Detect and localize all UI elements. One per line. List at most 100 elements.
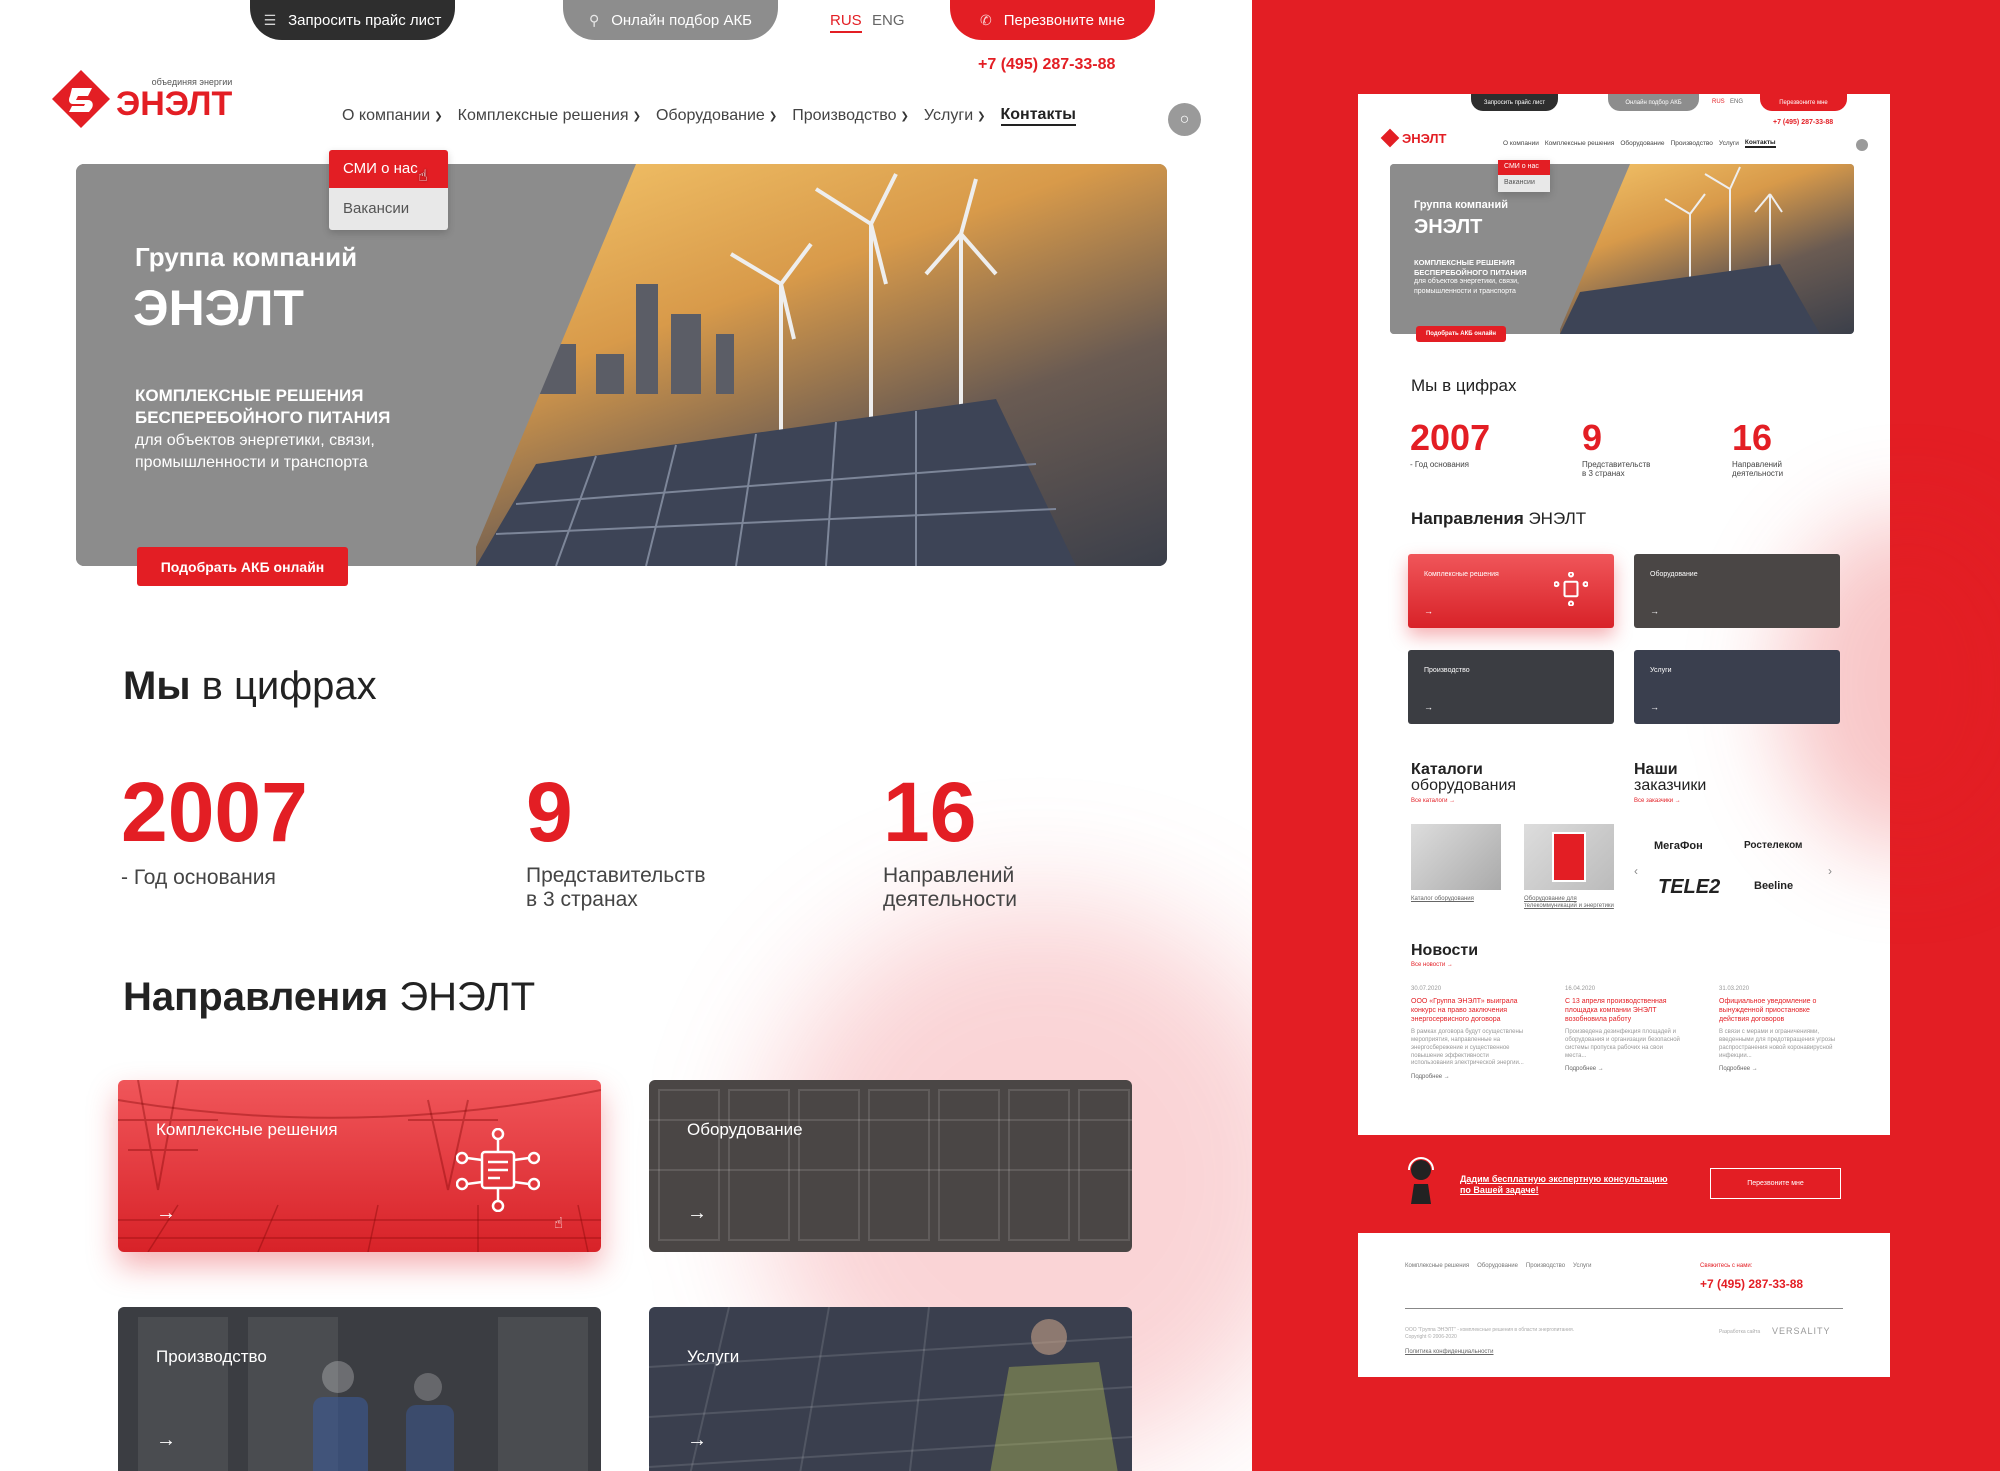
mini-price-request[interactable]: Запросить прайс лист	[1471, 94, 1558, 111]
pick-akb-button[interactable]: Подобрать АКБ онлайн	[137, 547, 348, 586]
chevron-down-icon: ❯	[632, 110, 641, 122]
consult-text[interactable]: Дадим бесплатную экспертную консультацию…	[1460, 1174, 1668, 1196]
nav-solutions[interactable]: Комплексные решения ❯	[458, 107, 641, 125]
network-document-icon	[456, 1128, 540, 1212]
client-megafon-logo: МегаФон	[1654, 840, 1703, 852]
dropdown-media[interactable]: СМИ о нас	[329, 150, 448, 188]
client-beeline-logo: Beeline	[1754, 880, 1794, 892]
stat-caption: Направлений	[883, 864, 1015, 887]
mini-lang-eng[interactable]: ENG	[1730, 99, 1743, 105]
footer-dev-logo[interactable]: VERSALITY	[1772, 1326, 1831, 1336]
phone-number[interactable]: +7 (495) 287-33-88	[978, 56, 1115, 74]
mini-nav-item[interactable]: О компании	[1503, 140, 1539, 147]
mini-stat-founded: 2007 - Год основания	[1410, 417, 1491, 470]
footer-link[interactable]: Комплексные решения	[1405, 1263, 1469, 1269]
mini-card-equipment[interactable]: Оборудование →	[1634, 554, 1840, 628]
footer-link[interactable]: Производство	[1526, 1263, 1565, 1269]
hand-cursor-icon: ☝	[418, 168, 428, 185]
stat-founded: 2007 - Год основания	[121, 770, 308, 890]
network-document-icon	[1554, 572, 1588, 606]
nav-about[interactable]: О компании ❯	[342, 107, 443, 125]
mini-nav-item[interactable]: Производство	[1671, 140, 1713, 147]
mini-akb-online[interactable]: Онлайн подбор АКБ	[1608, 94, 1699, 111]
akb-online-button[interactable]: ⚲ Онлайн подбор АКБ	[563, 0, 778, 40]
mini-logo[interactable]: ЭНЭЛТ	[1380, 128, 1446, 148]
mini-catalogs-title2: оборудования	[1411, 777, 1517, 794]
lang-rus[interactable]: RUS	[830, 12, 862, 33]
news-item-2[interactable]: 16.04.2020 С 13 апреля производственная п…	[1565, 986, 1685, 1072]
carousel-next-icon[interactable]: ›	[1828, 864, 1832, 878]
arrow-right-icon: →	[156, 1202, 176, 1224]
solar-technician-image	[649, 1307, 1132, 1471]
about-dropdown: СМИ о нас Вакансии	[329, 150, 448, 230]
stat-caption: - Год основания	[121, 866, 276, 889]
footer-privacy-link[interactable]: Политика конфиденциальности	[1405, 1349, 1494, 1355]
callback-button[interactable]: ✆ Перезвоните мне	[950, 0, 1155, 40]
mini-nav-item[interactable]: Комплексные решения	[1545, 140, 1614, 147]
mini-hero-line1: Группа компаний	[1414, 199, 1508, 211]
search-button[interactable]: ○	[1168, 103, 1201, 136]
nav-production[interactable]: Производство ❯	[792, 107, 909, 125]
stat-caption: Представительств	[526, 864, 706, 887]
mini-hero-bold2: БЕСПЕРЕБОЙНОГО ПИТАНИЯ	[1414, 268, 1527, 277]
catalog-title-1[interactable]: Каталог оборудования	[1411, 896, 1474, 902]
mini-lang-rus[interactable]: RUS	[1712, 99, 1725, 105]
main-nav: О компании ❯ Комплексные решения ❯ Оборудо…	[342, 106, 1076, 126]
consult-callback-button[interactable]: Перезвоните мне	[1710, 1168, 1841, 1199]
mini-dropdown-media[interactable]: СМИ о нас	[1498, 160, 1550, 175]
mini-clients-link[interactable]: Все заказчики →	[1634, 798, 1681, 804]
hero-group-line: Группа компаний	[135, 242, 358, 272]
card-production[interactable]: Производство →	[118, 1307, 601, 1471]
operator-headset-icon	[1406, 1156, 1436, 1204]
footer-copyright-year: Copyright © 2006-2020	[1405, 1334, 1457, 1340]
presentation-canvas: ☰ Запросить прайс лист ⚲ Онлайн подбор А…	[0, 0, 2000, 1471]
hero-headline-2: БЕСПЕРЕБОЙНОГО ПИТАНИЯ	[135, 408, 391, 427]
catalog-title-2[interactable]: Оборудование для телекоммуникаций и энер…	[1524, 896, 1614, 910]
catalog-cover-1[interactable]	[1411, 824, 1501, 890]
mini-numbers-title: Мы в цифрах	[1411, 376, 1517, 395]
nav-contacts[interactable]: Контакты	[1000, 106, 1076, 126]
carousel-prev-icon[interactable]: ‹	[1634, 864, 1638, 878]
mini-nav-item[interactable]: Оборудование	[1620, 140, 1664, 147]
price-request-button[interactable]: ☰ Запросить прайс лист	[250, 0, 455, 40]
card-solutions[interactable]: Комплексные решения → ☝	[118, 1080, 601, 1252]
price-request-label: Запросить прайс лист	[288, 11, 442, 29]
catalog-cover-2[interactable]	[1524, 824, 1614, 890]
mini-dropdown-vacancies[interactable]: Вакансии	[1498, 175, 1550, 192]
mini-nav-item[interactable]: Услуги	[1719, 140, 1739, 147]
footer-dev-label: Разработка сайта	[1719, 1329, 1761, 1335]
chevron-down-icon: ❯	[900, 110, 909, 122]
footer-phone[interactable]: +7 (495) 287-33-88	[1700, 1277, 1803, 1291]
dropdown-vacancies[interactable]: Вакансии	[329, 188, 448, 230]
news-item-1[interactable]: 30.07.2020 ООО «Группа ЭНЭЛТ» выиграла ко…	[1411, 986, 1531, 1080]
mini-card-production[interactable]: Производство →	[1408, 650, 1614, 724]
hero-brand: ЭНЭЛТ	[133, 280, 304, 336]
mini-stat-offices: 9 Представительств в 3 странах	[1582, 417, 1651, 479]
mini-callback[interactable]: Перезвоните мне	[1760, 94, 1847, 111]
card-equipment[interactable]: Оборудование →	[649, 1080, 1132, 1252]
card-services[interactable]: Услуги →	[649, 1307, 1132, 1471]
logo[interactable]: объединяя энергии ЭНЭЛТ	[50, 68, 232, 130]
footer-link[interactable]: Оборудование	[1477, 1263, 1518, 1269]
mini-card-solutions[interactable]: Комплексные решения →	[1408, 554, 1614, 628]
mini-pick-akb-button[interactable]: Подобрать АКБ онлайн	[1416, 326, 1506, 342]
stat-caption-2: в 3 странах	[526, 888, 638, 911]
stat-directions: 16 Направлений деятельности	[883, 770, 1017, 912]
callback-label: Перезвоните мне	[1003, 11, 1126, 29]
lang-eng[interactable]: ENG	[872, 12, 905, 29]
mini-catalogs-link[interactable]: Все каталоги →	[1411, 798, 1455, 804]
mini-dropdown: СМИ о нас Вакансии	[1498, 160, 1550, 192]
footer-link[interactable]: Услуги	[1573, 1263, 1591, 1269]
news-item-3[interactable]: 31.03.2020 Официальное уведомление о выну…	[1719, 986, 1839, 1072]
mini-phone[interactable]: +7 (495) 287-33-88	[1773, 119, 1833, 126]
mini-search-button[interactable]	[1856, 139, 1868, 151]
footer-contact-label: Свяжитесь с нами:	[1700, 1263, 1753, 1269]
mini-card-services[interactable]: Услуги →	[1634, 650, 1840, 724]
mini-hero-bold1: КОМПЛЕКСНЫЕ РЕШЕНИЯ	[1414, 258, 1515, 267]
nav-equipment[interactable]: Оборудование ❯	[656, 107, 777, 125]
nav-services[interactable]: Услуги ❯	[924, 107, 986, 125]
mini-news-link[interactable]: Все новости →	[1411, 962, 1453, 968]
stat-offices: 9 Представительств в 3 странах	[526, 770, 706, 912]
chevron-down-icon: ❯	[434, 110, 443, 122]
mini-nav-item[interactable]: Контакты	[1744, 139, 1776, 148]
